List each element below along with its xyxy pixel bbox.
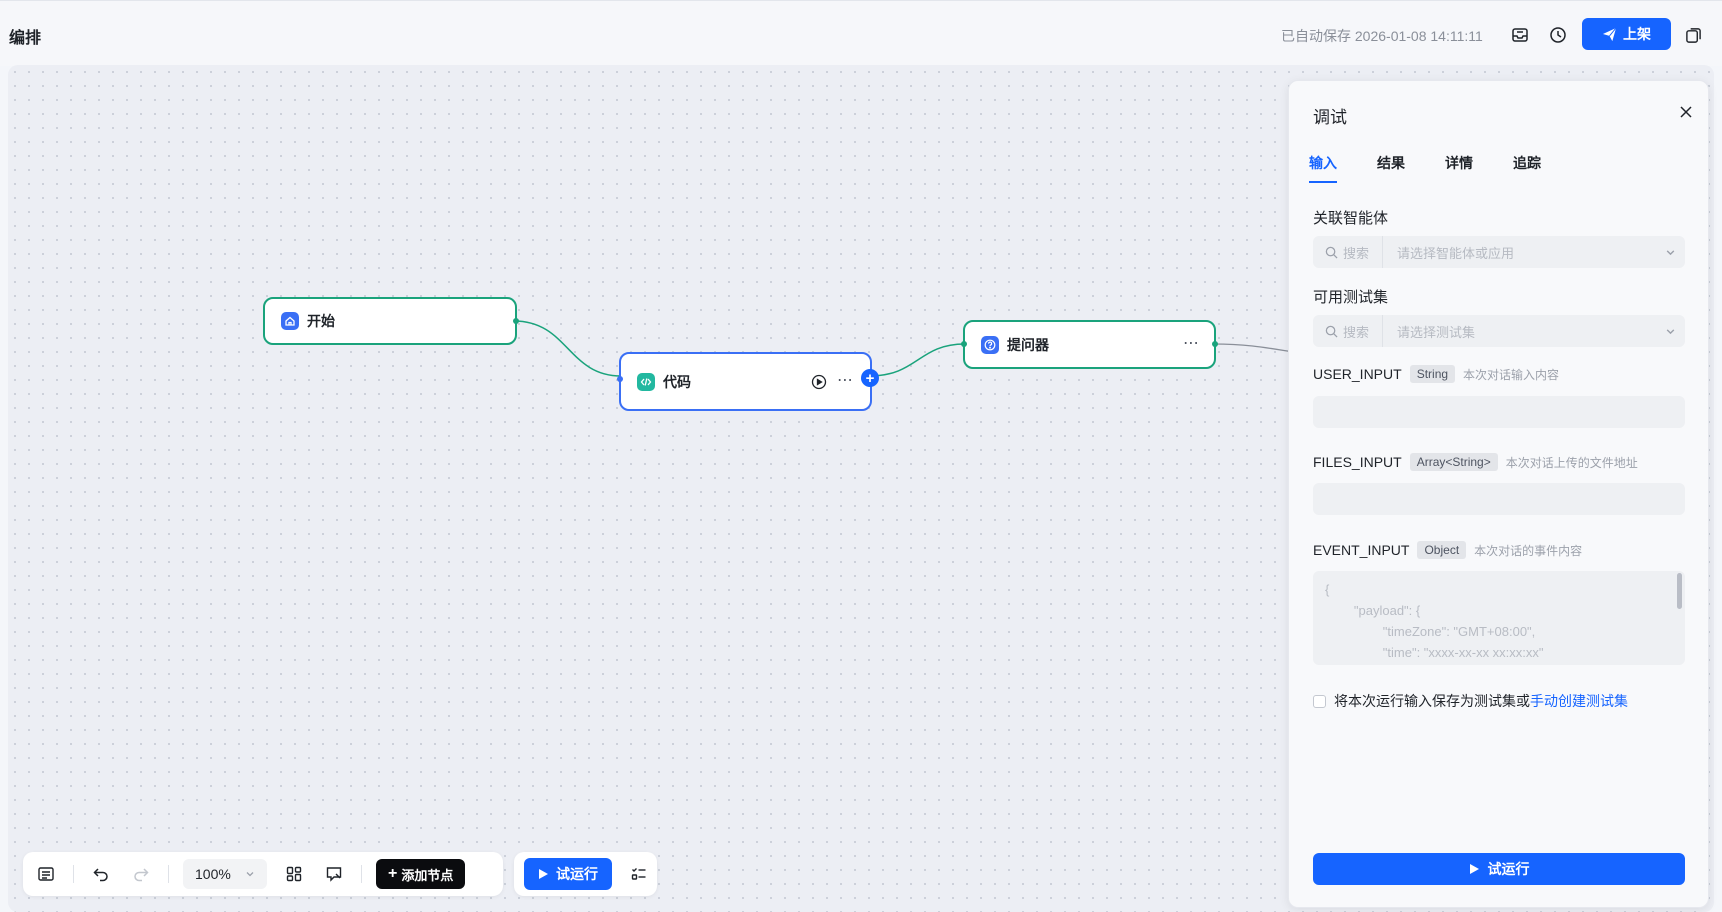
plus-icon: +	[388, 865, 398, 882]
trial-run-button[interactable]: 试运行	[524, 858, 612, 890]
play-icon	[539, 869, 548, 879]
node-asker[interactable]: 提问器 ⋯	[961, 320, 1218, 369]
run-node-icon[interactable]	[811, 374, 827, 393]
node-start[interactable]: 开始	[263, 297, 519, 345]
copy-icon[interactable]	[1680, 22, 1706, 48]
panel-trial-run-button[interactable]: 试运行	[1313, 853, 1685, 885]
node-asker-input-port[interactable]	[961, 341, 967, 347]
param-name: EVENT_INPUT	[1313, 542, 1410, 558]
run-toolbar: 试运行	[514, 852, 657, 896]
param-description: 本次对话的事件内容	[1474, 543, 1583, 558]
page-title: 编排	[9, 30, 42, 47]
node-code-title: 代码	[663, 373, 691, 390]
add-node-button[interactable]: + 添加节点	[376, 859, 466, 889]
testset-label: 可用测试集	[1313, 289, 1389, 306]
node-asker-output-port[interactable]	[1212, 341, 1218, 347]
agent-search[interactable]: 搜索	[1313, 236, 1383, 268]
create-testset-link[interactable]: 手动创建测试集	[1530, 693, 1628, 709]
trial-run-label: 试运行	[556, 866, 598, 882]
separator	[361, 865, 362, 883]
search-icon	[1325, 246, 1338, 259]
param-name: USER_INPUT	[1313, 366, 1402, 382]
node-code-input-port[interactable]	[617, 376, 623, 382]
autosave-status: 已自动保存 2026-01-08 14:11:11	[1281, 28, 1483, 44]
param-name: FILES_INPUT	[1313, 454, 1402, 470]
edge-code-asker	[868, 343, 966, 377]
canvas-toolbar: 100% + 添加节点	[23, 852, 503, 896]
agent-placeholder: 请选择智能体或应用	[1397, 245, 1515, 261]
param-user-input: USER_INPUT String 本次对话输入内容	[1313, 365, 1559, 383]
param-description: 本次对话上传的文件地址	[1505, 455, 1638, 470]
history-icon[interactable]	[1545, 22, 1571, 48]
param-type-badge: Object	[1417, 541, 1467, 559]
user-input-field[interactable]	[1313, 396, 1685, 428]
search-icon	[1325, 325, 1338, 338]
param-type-badge: Array<String>	[1409, 453, 1498, 471]
agent-label: 关联智能体	[1313, 210, 1389, 227]
home-icon	[281, 312, 299, 330]
param-event-input: EVENT_INPUT Object 本次对话的事件内容	[1313, 541, 1582, 559]
testset-placeholder: 请选择测试集	[1397, 324, 1476, 340]
agent-search-label: 搜索	[1343, 245, 1370, 261]
close-icon[interactable]	[1675, 101, 1697, 123]
tab-trace[interactable]: 追踪	[1513, 153, 1541, 183]
separator	[73, 865, 74, 883]
code-icon	[637, 372, 655, 391]
publish-label: 上架	[1623, 26, 1651, 42]
separator	[168, 865, 169, 883]
debug-panel: 调试 输入 结果 详情 追踪 关联智能体 搜索 请选择智能体或应用 可用测试集 …	[1288, 80, 1709, 908]
inbox-icon[interactable]	[1507, 22, 1533, 48]
panel-run-label: 试运行	[1487, 861, 1530, 877]
comment-icon[interactable]	[321, 861, 347, 887]
node-start-output-port[interactable]	[513, 318, 519, 324]
redo-icon[interactable]	[128, 861, 154, 887]
edge-start-code	[513, 320, 622, 377]
add-node-label: 添加节点	[401, 867, 454, 883]
send-icon	[1602, 27, 1617, 41]
checklist-icon[interactable]	[626, 861, 652, 887]
undo-icon[interactable]	[88, 861, 114, 887]
node-code[interactable]: 代码 ⋯ +	[617, 352, 879, 411]
files-input-field[interactable]	[1313, 483, 1685, 515]
event-input-textarea[interactable]: { "payload": { "timeZone": "GMT+08:00", …	[1313, 571, 1685, 665]
tab-input[interactable]: 输入	[1309, 153, 1337, 183]
panel-tabs: 输入 结果 详情 追踪	[1309, 153, 1541, 183]
question-icon	[981, 335, 999, 354]
tab-result[interactable]: 结果	[1377, 153, 1405, 183]
textarea-scrollbar[interactable]	[1677, 573, 1682, 609]
param-description: 本次对话输入内容	[1463, 367, 1560, 382]
save-testset-row: 将本次运行输入保存为测试集或手动创建测试集	[1313, 691, 1628, 711]
minimap-icon[interactable]	[33, 861, 59, 887]
top-header: 编排 已自动保存 2026-01-08 14:11:11 上架	[0, 0, 1722, 66]
layout-icon[interactable]	[281, 861, 307, 887]
testset-select[interactable]: 搜索 请选择测试集	[1313, 315, 1685, 347]
save-testset-checkbox[interactable]	[1313, 694, 1326, 708]
param-type-badge: String	[1409, 365, 1456, 383]
zoom-select[interactable]: 100%	[183, 859, 267, 889]
publish-button[interactable]: 上架	[1582, 18, 1671, 50]
more-icon[interactable]: ⋯	[837, 370, 854, 390]
chevron-down-icon	[1655, 247, 1685, 258]
testset-search-label: 搜索	[1343, 324, 1370, 340]
testset-search[interactable]: 搜索	[1313, 315, 1383, 347]
panel-title: 调试	[1313, 108, 1347, 127]
tab-details[interactable]: 详情	[1445, 153, 1473, 183]
edge-asker-out	[1212, 343, 1294, 353]
zoom-value: 100%	[195, 866, 231, 882]
more-icon[interactable]: ⋯	[1183, 333, 1200, 353]
chevron-down-icon	[246, 872, 254, 877]
node-start-title: 开始	[307, 313, 335, 329]
chevron-down-icon	[1655, 326, 1685, 337]
node-asker-title: 提问器	[1007, 336, 1049, 353]
play-icon	[1469, 864, 1479, 874]
param-files-input: FILES_INPUT Array<String> 本次对话上传的文件地址	[1313, 453, 1638, 471]
add-next-node-icon[interactable]: +	[861, 369, 879, 387]
save-testset-text: 将本次运行输入保存为测试集或	[1334, 693, 1530, 709]
agent-select[interactable]: 搜索 请选择智能体或应用	[1313, 236, 1685, 268]
